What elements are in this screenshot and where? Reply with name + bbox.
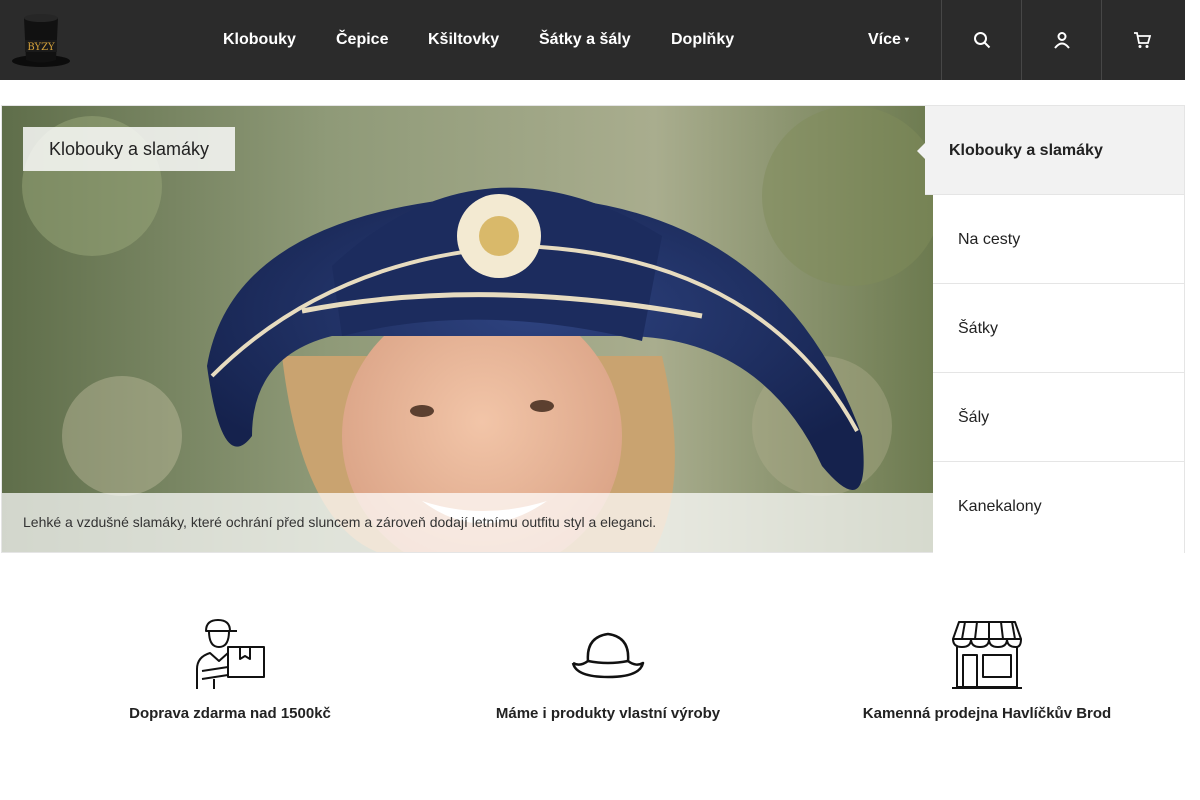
logo[interactable]: BYZY — [10, 10, 72, 68]
user-icon — [1053, 32, 1070, 49]
side-item-na-cesty[interactable]: Na cesty — [933, 195, 1184, 284]
side-item-label: Šátky — [958, 320, 999, 337]
feature-label: Kamenná prodejna Havlíčkův Brod — [862, 705, 1112, 722]
feature-label: Máme i produkty vlastní výroby — [495, 705, 721, 722]
search-button[interactable] — [941, 0, 1021, 80]
side-item-saly[interactable]: Šály — [933, 373, 1184, 462]
hat-icon — [571, 632, 645, 679]
delivery-person-icon — [196, 619, 265, 689]
side-item-label: Kanekalony — [958, 498, 1042, 515]
side-item-klobouky-a-slamaky[interactable]: Klobouky a slamáky — [917, 106, 1184, 195]
category-side-menu: Klobouky a slamáky Na cesty Šátky Šály K… — [917, 105, 1185, 553]
banner-caption: Lehké a vzdušné slamáky, které ochrání p… — [2, 493, 933, 552]
nav-ksiltovky[interactable]: Kšiltovky — [428, 0, 499, 80]
more-menu-button[interactable]: Více ▾ — [868, 0, 909, 80]
banner-photo — [2, 106, 933, 552]
account-button[interactable] — [1021, 0, 1101, 80]
side-item-label: Šály — [958, 409, 990, 426]
nav-doplnky[interactable]: Doplňky — [671, 0, 734, 80]
category-banner[interactable]: Klobouky a slamáky Lehké a vzdušné slamá… — [1, 105, 934, 553]
side-item-satky[interactable]: Šátky — [933, 284, 1184, 373]
more-label: Více — [868, 31, 901, 49]
cart-button[interactable] — [1101, 0, 1181, 80]
feature-free-delivery: Doprava zdarma nad 1500kč — [80, 617, 380, 722]
side-item-kanekalony[interactable]: Kanekalony — [933, 462, 1184, 553]
chevron-down-icon: ▾ — [904, 35, 909, 44]
active-pointer-arrow — [917, 142, 926, 160]
nav-satky-a-saly[interactable]: Šátky a šály — [539, 0, 631, 80]
banner-title[interactable]: Klobouky a slamáky — [23, 127, 235, 171]
feature-store: Kamenná prodejna Havlíčkův Brod — [837, 617, 1137, 722]
nav-klobouky[interactable]: Klobouky — [223, 0, 296, 80]
side-item-label: Na cesty — [958, 231, 1021, 248]
search-icon — [973, 32, 990, 49]
svg-text:BYZY: BYZY — [27, 42, 55, 53]
feature-own-production: Máme i produkty vlastní výroby — [458, 617, 758, 722]
nav-cepice[interactable]: Čepice — [336, 0, 388, 80]
side-item-label: Klobouky a slamáky — [949, 142, 1103, 159]
header: BYZY Klobouky Čepice Kšiltovky Šátky a š… — [0, 0, 1185, 80]
cart-icon — [1133, 32, 1151, 48]
feature-label: Doprava zdarma nad 1500kč — [129, 705, 331, 722]
store-icon — [952, 621, 1022, 689]
